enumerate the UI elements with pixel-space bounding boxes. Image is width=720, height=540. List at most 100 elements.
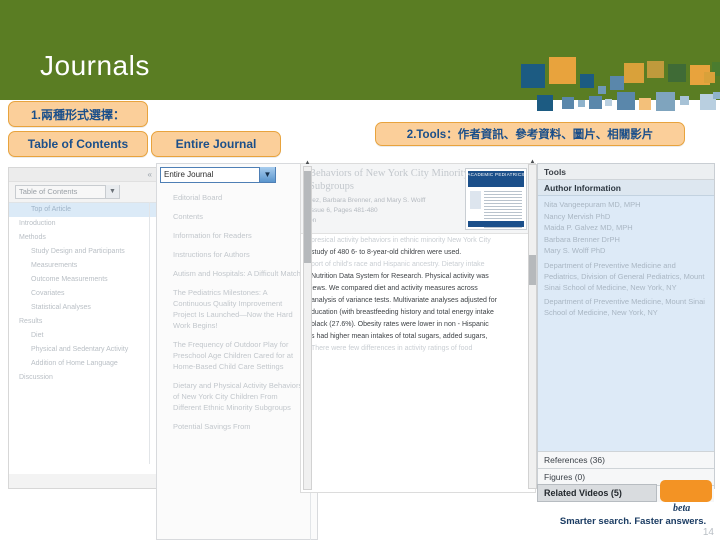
page-title: Journals [40,50,150,81]
article-text-line: There were few differences in activity r… [311,345,473,352]
tools-panel: Tools Author Information Nita Vangeepura… [537,163,715,502]
article-text-line: black (27.6%). Obesity rates were lower … [311,321,489,328]
decor-square [537,95,553,111]
entire-journal-panel: Entire Journal ▼ Editorial Board Contents… [156,163,318,540]
author-information-header[interactable]: Author Information [538,180,714,196]
scrollbar-thumb[interactable] [304,171,311,263]
journal-option[interactable]: Contents [157,207,311,226]
journal-option[interactable]: The Frequency of Outdoor Play for Presch… [157,335,311,376]
article-link[interactable]: on [309,216,469,225]
toc-select[interactable]: Table of Contents ▼ [15,185,120,199]
table-of-contents-panel: « Table of Contents ▼ Top of Article Intr… [8,167,158,489]
page-number: 14 [702,527,714,538]
toc-item[interactable]: Introduction [9,217,157,231]
article-title: Behaviors of New York City Minority Subg… [309,168,469,192]
article-scrollbar[interactable]: ▲ [303,160,312,490]
toc-list[interactable]: Top of Article Introduction Methods Study D… [9,202,157,474]
cover-band-text: ACADEMIC PEDIATRICS [467,172,525,177]
journal-option[interactable]: The Pediatrics Milestones: A Continuous … [157,283,311,335]
article-text-line: port of child's race and Hispanic ancest… [311,261,485,268]
journal-option[interactable]: Instructions for Authors [157,245,311,264]
article-authors: vez, Barbara Brenner, and Mary S. Wolff [309,197,426,204]
article-text-line: study of 480 6- to 8-year-old children w… [311,249,462,256]
related-videos-badge[interactable]: Related Videos (5) [537,484,657,502]
beta-label: beta [673,503,691,514]
author-name: Barbara Brenner DrPH [544,234,620,244]
journal-option[interactable]: Dietary and Physical Activity Behaviors … [157,376,311,417]
cover-footer [468,221,524,227]
scroll-up-icon[interactable]: ▲ [529,159,536,165]
toc-item[interactable]: Top of Article [9,203,157,217]
toc-item[interactable]: Discussion [9,371,157,385]
embedded-screenshot: « Table of Contents ▼ Top of Article Intr… [0,158,720,540]
tools-row[interactable]: References (36) [538,451,714,468]
decor-square [610,76,624,90]
decor-square [656,92,675,111]
collapse-icon[interactable]: « [148,170,152,179]
article-header: Behaviors of New York City Minority Subg… [301,164,535,234]
decor-square [668,64,686,82]
tagline: Smarter search. Faster answers. [559,516,707,527]
article-text-line: analysis of variance tests. Multivariate… [311,297,497,304]
cover-sidebox [470,191,481,209]
toc-item[interactable]: Addition of Home Language [9,357,157,371]
toc-panel-titlebar: « [9,168,157,182]
author-information-body: Nita Vangeepuram MD, MPH Nancy Mervish Ph… [538,196,714,451]
toc-divider [149,202,150,464]
author-name: Maida P. Galvez MD, MPH [544,223,633,232]
decor-square [562,97,574,109]
tools-panel-header: Tools [538,164,714,180]
scrollbar-thumb[interactable] [529,255,536,285]
article-text-line: Nutrition Data System for Research. Phys… [311,273,489,280]
decor-square [580,74,594,88]
decor-square [713,92,720,99]
toc-item[interactable]: Covariates [9,287,157,301]
toc-select-value: Table of Contents [19,187,78,196]
callout-two-modes: 1.兩種形式選擇： [8,101,148,127]
decor-square [521,64,545,88]
journal-cover-thumbnail[interactable]: ACADEMIC PEDIATRICS [465,168,527,230]
journal-option[interactable]: Potential Savings From [157,417,311,436]
journal-option[interactable]: Editorial Board [157,188,311,207]
decor-square [598,86,606,94]
journal-option[interactable]: Autism and Hospitals: A Difficult Match [157,264,311,283]
toc-item[interactable]: Study Design and Participants [9,245,157,259]
article-issue: Issue 6, Pages 481-480 [309,207,378,214]
toc-item[interactable]: Methods [9,231,157,245]
journal-option-list[interactable]: Editorial Board Contents Information for R… [157,188,311,540]
decor-square [617,92,635,110]
decor-square [647,61,664,78]
journal-option[interactable]: Information for Readers [157,226,311,245]
callout-entire-journal: Entire Journal [151,131,281,157]
article-text-line: presical activity behaviors in ethnic mi… [311,237,491,244]
article-text-line: iews. We compared diet and activity meas… [311,285,478,292]
scroll-up-icon[interactable]: ▲ [304,160,311,166]
journal-select[interactable]: Entire Journal ▼ [160,167,276,183]
toc-item[interactable]: Physical and Sedentary Activity [9,343,157,357]
orange-logo-shape [660,480,712,502]
chevron-down-icon[interactable]: ▼ [105,185,119,198]
toc-item[interactable]: Measurements [9,259,157,273]
toc-item[interactable]: Statistical Analyses [9,301,157,315]
author-name: Mary S. Wolff PhD [544,246,606,255]
callout-table-of-contents: Table of Contents [8,131,148,157]
article-text-line: s had higher mean intakes of total sugar… [311,333,488,340]
chevron-down-icon[interactable]: ▼ [259,167,275,182]
journal-select-value: Entire Journal [164,170,214,179]
decor-square [680,96,689,105]
decor-square [704,72,715,83]
toc-item[interactable]: Results [9,315,157,329]
decor-square [639,98,651,110]
decor-square [578,100,585,107]
tools-scrollbar[interactable]: ▲ [528,159,537,489]
author-name: Nita Vangeepuram MD, MPH [544,200,641,209]
callout-tools: 2.Tools：作者資訊、參考資料、圖片、相關影片 [375,122,685,146]
toc-item[interactable]: Outcome Measurements [9,273,157,287]
toc-item[interactable]: Diet [9,329,157,343]
author-name: Nancy Mervish PhD [544,211,611,221]
author-affiliation: Department of Preventive Medicine and Pe… [544,260,705,292]
decor-square [605,99,612,106]
article-body: presical activity behaviors in ethnic mi… [301,235,535,492]
decor-square [589,96,602,109]
decor-square [549,57,576,84]
